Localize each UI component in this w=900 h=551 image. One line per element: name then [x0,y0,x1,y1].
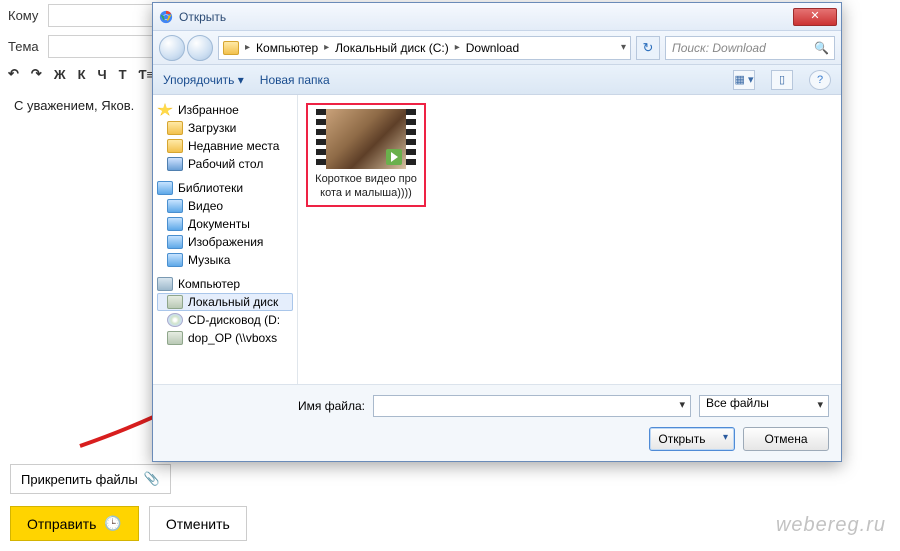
organize-menu[interactable]: Упорядочить ▾ [163,73,244,87]
to-label: Кому [8,8,48,23]
navigation-tree: Избранное Загрузки Недавние места Рабочи… [153,95,298,384]
desktop-icon [167,157,183,171]
crumb-drive[interactable]: Локальный диск (C:) [331,41,453,55]
send-label: Отправить [27,516,96,532]
tree-item-pictures[interactable]: Изображения [157,233,293,251]
computer-icon [157,277,173,291]
filename-label: Имя файла: [165,399,365,413]
document-icon [167,217,183,231]
music-icon [167,253,183,267]
preview-pane-button[interactable]: ▯ [771,70,793,90]
chevron-right-icon: ▸ [455,42,460,53]
help-button[interactable]: ? [809,70,831,90]
close-button[interactable]: ✕ [793,8,837,26]
file-item-video[interactable]: Короткое видео про кота и малыша)))) [306,103,426,207]
dialog-body: Избранное Загрузки Недавние места Рабочи… [153,95,841,384]
thumbnail-image [326,109,406,169]
refresh-button[interactable]: ↻ [636,36,660,60]
file-list[interactable]: Короткое видео про кота и малыша)))) [298,95,841,384]
dialog-title: Открыть [179,10,226,24]
attach-files-label: Прикрепить файлы [21,472,138,487]
new-folder-button[interactable]: Новая папка [260,73,330,87]
tree-libraries-header[interactable]: Библиотеки [157,179,293,197]
play-icon [386,149,402,165]
tree-item-videos[interactable]: Видео [157,197,293,215]
filetype-select[interactable]: Все файлы [699,395,829,417]
chevron-down-icon[interactable]: ▾ [621,42,626,53]
send-row: Отправить 🕒 Отменить [10,506,890,541]
picture-icon [167,235,183,249]
tree-item-cd-drive[interactable]: CD-дисковод (D: [157,311,293,329]
send-button[interactable]: Отправить 🕒 [10,506,139,541]
filmstrip-icon [406,109,416,169]
search-icon: 🔍 [814,41,829,55]
search-input[interactable]: Поиск: Download 🔍 [665,36,835,60]
filename-input[interactable] [373,395,691,417]
view-options-button[interactable]: ▦ ▾ [733,70,755,90]
dialog-footer: Имя файла: Все файлы Открыть Отмена [153,384,841,461]
folder-icon [167,139,183,153]
tree-item-network-drive[interactable]: dop_OP (\\vboxs [157,329,293,347]
tree-computer-header[interactable]: Компьютер [157,275,293,293]
star-icon [157,103,173,117]
drive-icon [167,295,183,309]
undo-icon[interactable]: ↶ [8,66,19,82]
attach-files-button[interactable]: Прикрепить файлы 📎 [10,464,171,494]
cancel-email-button[interactable]: Отменить [149,506,247,541]
tree-item-recent[interactable]: Недавние места [157,137,293,155]
tree-item-downloads[interactable]: Загрузки [157,119,293,137]
watermark: webereg.ru [776,514,886,537]
chevron-right-icon: ▸ [245,42,250,53]
tree-item-documents[interactable]: Документы [157,215,293,233]
crumb-computer[interactable]: Компьютер [252,41,322,55]
tree-item-local-disk[interactable]: Локальный диск [157,293,293,311]
tree-favorites-header[interactable]: Избранное [157,101,293,119]
breadcrumb[interactable]: ▸ Компьютер ▸ Локальный диск (C:) ▸ Down… [218,36,631,60]
cd-icon [167,313,183,327]
dialog-titlebar[interactable]: Открыть ✕ [153,3,841,31]
nav-back-button[interactable] [159,35,185,61]
network-drive-icon [167,331,183,345]
subject-label: Тема [8,39,48,54]
crumb-folder[interactable]: Download [462,41,523,55]
underline-button[interactable]: Ч [98,67,107,82]
video-thumbnail [316,109,416,169]
dialog-command-bar: Упорядочить ▾ Новая папка ▦ ▾ ▯ ? [153,65,841,95]
search-placeholder: Поиск: Download [672,41,766,55]
paperclip-icon: 📎 [144,471,160,487]
dialog-navbar: ▸ Компьютер ▸ Локальный диск (C:) ▸ Down… [153,31,841,65]
email-bottom-bar: Прикрепить файлы 📎 Отправить 🕒 Отменить … [0,454,900,551]
clock-icon: 🕒 [104,515,121,532]
folder-icon [223,41,239,55]
folder-icon [167,121,183,135]
filmstrip-icon [316,109,326,169]
bold-button[interactable]: Ж [54,67,66,82]
tree-item-desktop[interactable]: Рабочий стол [157,155,293,173]
chrome-icon [159,10,173,24]
dialog-cancel-button[interactable]: Отмена [743,427,829,451]
libraries-icon [157,181,173,195]
file-name-label: Короткое видео про кота и малыша)))) [312,173,420,201]
open-file-dialog: Открыть ✕ ▸ Компьютер ▸ Локальный диск (… [152,2,842,462]
open-button[interactable]: Открыть [649,427,735,451]
chevron-right-icon: ▸ [324,42,329,53]
redo-icon[interactable]: ↷ [31,66,42,82]
italic-button[interactable]: К [78,67,86,82]
tree-item-music[interactable]: Музыка [157,251,293,269]
nav-forward-button[interactable] [187,35,213,61]
video-icon [167,199,183,213]
strike-button[interactable]: Т [119,67,127,82]
